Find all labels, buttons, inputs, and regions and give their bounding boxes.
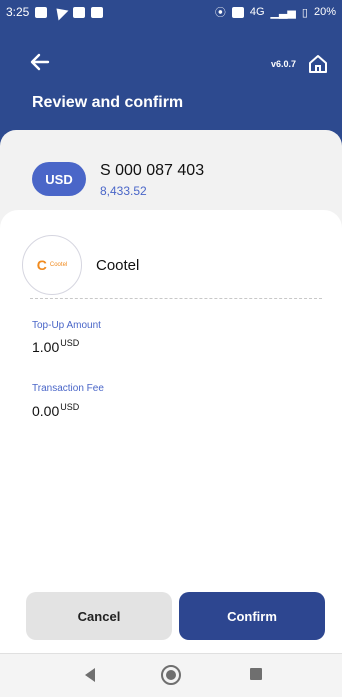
wifi-icon <box>231 6 244 18</box>
status-right: ⦿ 4G ▁▃▅ ▯ 20% <box>215 4 336 20</box>
transaction-fee-value: 0.00USD <box>32 402 79 419</box>
status-time: 3:25 <box>6 5 30 19</box>
nav-home-icon[interactable] <box>161 665 181 685</box>
battery-level: 20% <box>313 6 336 18</box>
app-notification-icon <box>73 6 86 18</box>
battery-icon: ▯ <box>301 6 308 19</box>
transaction-fee-label: Transaction Fee <box>32 383 104 394</box>
account-number: S 000 087 403 <box>100 162 205 179</box>
network-type: 4G <box>249 6 265 18</box>
system-nav-bar <box>0 653 342 697</box>
cootel-logo-icon: C <box>36 257 47 273</box>
signal-icon: ▁▃▅ <box>270 6 296 19</box>
topup-amount-value: 1.00USD <box>32 338 79 355</box>
transaction-fee-currency: USD <box>60 402 80 412</box>
cancel-button[interactable]: Cancel <box>26 592 172 640</box>
nav-recents-icon[interactable] <box>250 668 262 680</box>
vibrate-icon: ⦿ <box>214 7 226 19</box>
review-sheet: C Cootel Cootel Top-Up Amount 1.00USD Tr… <box>0 210 342 653</box>
provider-logo: C Cootel <box>22 235 82 295</box>
dashed-divider <box>30 298 322 299</box>
gallery-notification-icon <box>35 6 48 18</box>
page-title: Review and confirm <box>32 94 184 111</box>
send-notification-icon <box>51 3 69 21</box>
video-notification-icon <box>91 6 104 18</box>
app-header: v6.0.7 Review and confirm <box>0 24 342 130</box>
status-left: 3:25 <box>6 3 104 21</box>
back-button[interactable] <box>30 52 50 72</box>
arrow-left-icon <box>30 53 50 71</box>
currency-badge: USD <box>32 162 86 196</box>
version-label: v6.0.7 <box>270 59 296 69</box>
topup-amount-label: Top-Up Amount <box>32 320 101 331</box>
transaction-fee-number: 0.00 <box>32 403 60 419</box>
status-bar: 3:25 ⦿ 4G ▁▃▅ ▯ 20% <box>0 0 342 24</box>
topup-amount-currency: USD <box>60 338 80 348</box>
home-button[interactable] <box>306 52 330 76</box>
home-icon <box>309 55 327 73</box>
account-balance: 8,433.52 <box>100 184 147 198</box>
confirm-button[interactable]: Confirm <box>179 592 325 640</box>
nav-back-icon[interactable] <box>85 668 95 682</box>
provider-logo-text: Cootel <box>49 262 68 268</box>
topup-amount-number: 1.00 <box>32 339 60 355</box>
provider-name: Cootel <box>96 257 140 274</box>
